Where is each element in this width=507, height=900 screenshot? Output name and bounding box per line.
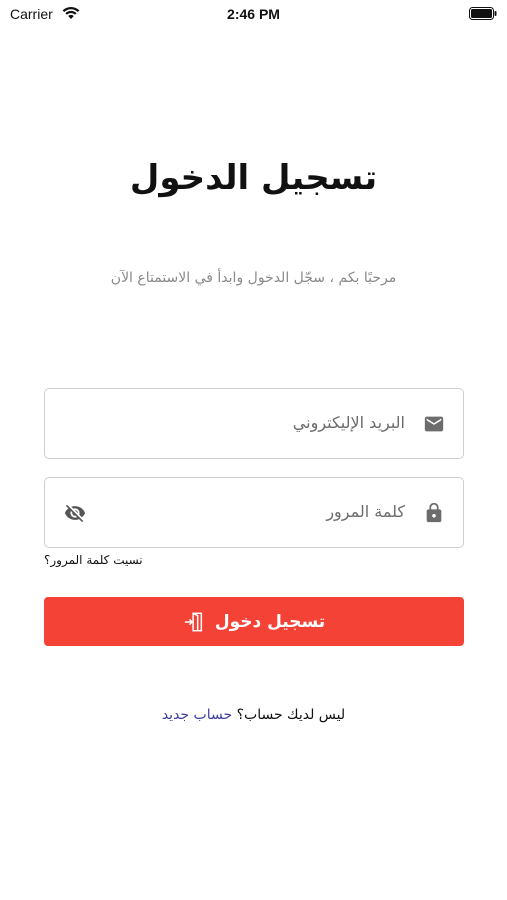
status-bar: Carrier 2:46 PM	[0, 0, 507, 28]
page-subtitle: مرحبًا بكم ، سجّل الدخول وابدأ في الاستم…	[110, 270, 397, 286]
login-button-label: تسجيل دخول	[214, 611, 326, 632]
eye-off-icon[interactable]	[63, 502, 87, 524]
password-field[interactable]: كلمة المرور	[44, 477, 464, 548]
forgot-password-link[interactable]: نسيت كلمة المرور؟	[44, 553, 143, 567]
password-placeholder: كلمة المرور	[326, 502, 405, 521]
battery-icon	[469, 7, 497, 20]
page-title: تسجيل الدخول	[129, 158, 378, 198]
lock-icon	[426, 502, 442, 523]
signup-link[interactable]: حساب جديد	[162, 707, 232, 723]
email-field[interactable]: البريد الإليكتروني	[44, 388, 464, 459]
login-door-icon	[184, 612, 202, 631]
signup-question: ليس لديك حساب؟	[236, 707, 346, 723]
login-button[interactable]: تسجيل دخول	[44, 597, 464, 646]
signup-prompt: ليس لديك حساب؟ حساب جديد	[0, 707, 507, 723]
email-placeholder: البريد الإليكتروني	[292, 413, 405, 432]
clock: 2:46 PM	[227, 6, 280, 22]
mail-icon	[424, 416, 444, 432]
